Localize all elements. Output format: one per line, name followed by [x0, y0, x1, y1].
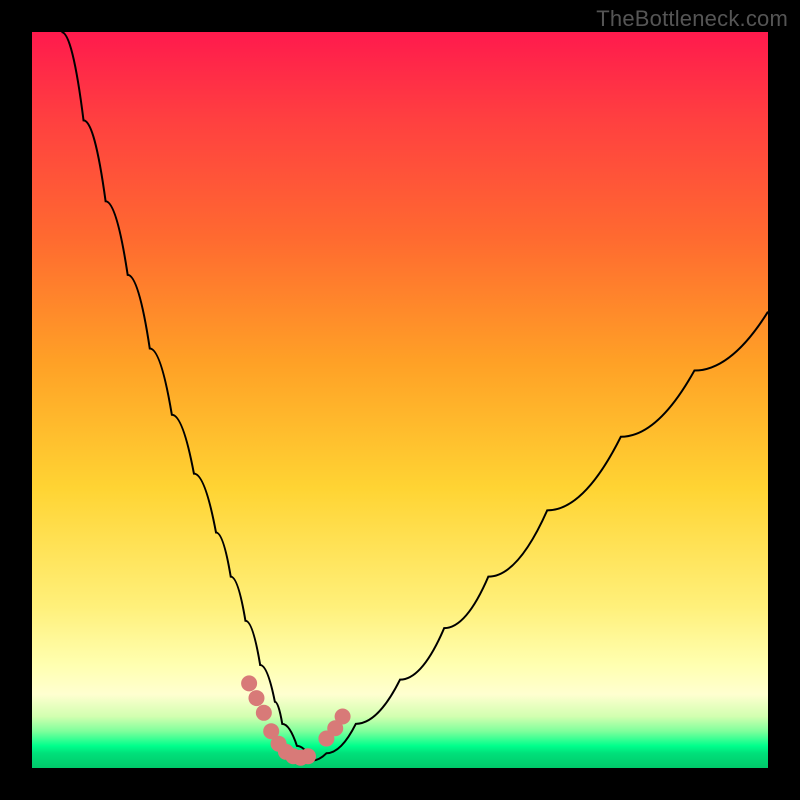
chart-frame: TheBottleneck.com	[0, 0, 800, 800]
highlight-point	[256, 705, 272, 721]
highlight-point	[248, 690, 264, 706]
watermark-text: TheBottleneck.com	[596, 6, 788, 32]
chart-svg	[32, 32, 768, 768]
highlight-point	[300, 748, 316, 764]
highlight-point	[241, 675, 257, 691]
highlight-point	[335, 708, 351, 724]
bottleneck-curve	[61, 32, 768, 761]
bottleneck-curve-path	[61, 32, 768, 761]
